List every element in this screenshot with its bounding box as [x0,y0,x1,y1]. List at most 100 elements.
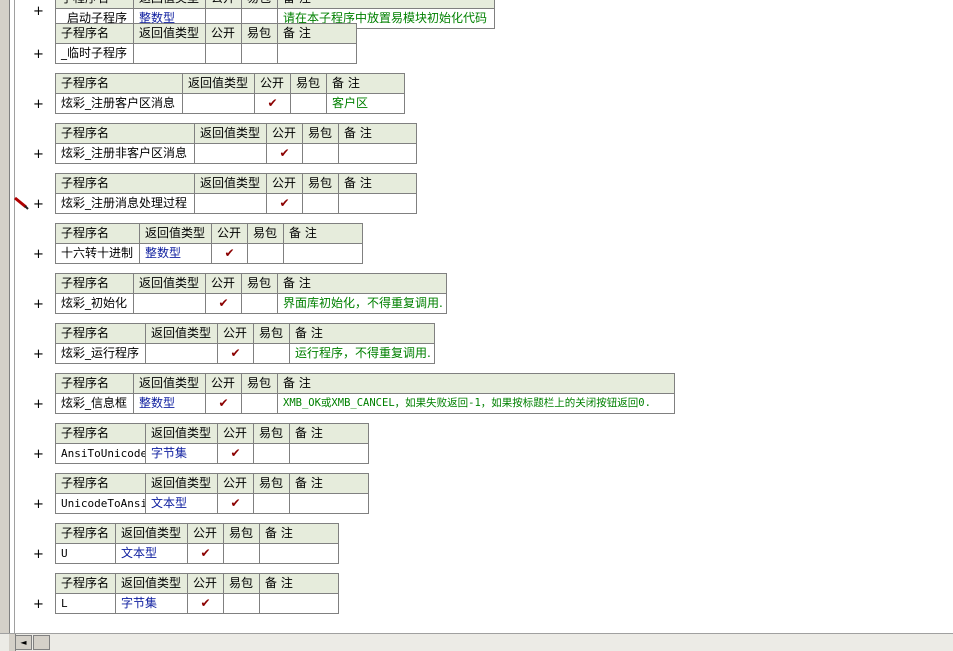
subroutine-table: 子程序名 返回值类型 公开 易包备 注 炫彩_注册消息处理过程 ✔ [55,173,417,214]
public-checkbox[interactable]: ✔ [211,243,248,264]
remark-cell[interactable] [289,493,369,514]
subroutine-name-cell[interactable]: L [55,593,116,614]
header-remark: 备 注 [277,23,357,44]
return-type-cell[interactable] [182,93,255,114]
subroutine-table: 子程序名 返回值类型 公开 易包备 注 炫彩_初始化 ✔ 界面库初始化，不得重复调用. [55,273,447,314]
expand-toggle[interactable]: + [33,98,44,111]
return-type-cell[interactable]: 字节集 [145,443,218,464]
header-easy-pack: 易包 [290,73,327,94]
subroutine-list: + 子程序名返回值类型公开易包备 注 _启动子程序整数型请在本子程序中放置易模块… [0,0,953,633]
header-public: 公开 [217,473,254,494]
header-remark: 备 注 [326,73,405,94]
subroutine-table: 子程序名 返回值类型 公开 易包备 注 _临时子程序 [55,23,357,64]
return-type-cell[interactable] [133,293,206,314]
expand-toggle[interactable]: + [33,548,44,561]
public-checkbox[interactable]: ✔ [205,393,242,414]
header-return-type: 返回值类型 [115,523,188,544]
subroutine-table: 子程序名 返回值类型 公开 易包备 注 炫彩_注册非客户区消息 ✔ [55,123,417,164]
expand-toggle[interactable]: + [33,48,44,61]
expand-toggle[interactable]: + [33,398,44,411]
public-checkbox[interactable]: ✔ [217,343,254,364]
header-return-type: 返回值类型 [133,273,206,294]
subroutine-name-cell[interactable]: AnsiToUnicode [55,443,146,464]
subroutine-name-cell[interactable]: 炫彩_运行程序 [55,343,146,364]
header-easy-pack: 易包 [241,373,278,394]
return-type-cell[interactable]: 字节集 [115,593,188,614]
header-name: 子程序名 [55,73,183,94]
subroutine-name-cell[interactable]: UnicodeToAnsi [55,493,146,514]
horizontal-scrollbar[interactable]: ◄ [0,633,953,651]
expand-toggle[interactable]: + [33,148,44,161]
return-type-cell[interactable]: 整数型 [133,393,206,414]
return-type-cell[interactable] [133,43,206,64]
easy-pack-checkbox[interactable] [247,243,284,264]
remark-cell[interactable]: 客户区 [326,93,405,114]
header-name: 子程序名 [55,473,146,494]
subroutine-table: 子程序名 返回值类型 公开 易包备 注 炫彩_运行程序 ✔ 运行程序，不得重复调用. [55,323,435,364]
expand-toggle[interactable]: + [33,298,44,311]
remark-cell[interactable] [259,593,339,614]
subroutine-name-cell[interactable]: U [55,543,116,564]
subroutine-name-cell[interactable]: 炫彩_注册客户区消息 [55,93,183,114]
return-type-cell[interactable]: 文本型 [115,543,188,564]
easy-pack-checkbox[interactable] [253,343,290,364]
easy-pack-checkbox[interactable] [302,143,339,164]
easy-pack-checkbox[interactable] [241,393,278,414]
subroutine-name-cell[interactable]: 炫彩_初始化 [55,293,134,314]
return-type-cell[interactable] [145,343,218,364]
remark-cell[interactable]: 运行程序，不得重复调用. [289,343,435,364]
expand-toggle[interactable]: + [33,498,44,511]
easy-pack-checkbox[interactable] [253,443,290,464]
public-checkbox[interactable]: ✔ [254,93,291,114]
public-checkbox[interactable]: ✔ [187,543,224,564]
expand-toggle[interactable]: + [33,248,44,261]
header-remark: 备 注 [283,223,363,244]
public-checkbox[interactable]: ✔ [205,293,242,314]
public-checkbox[interactable]: ✔ [266,143,303,164]
subroutine-name-cell[interactable]: 炫彩_注册非客户区消息 [55,143,195,164]
return-type-cell[interactable] [194,143,267,164]
remark-cell[interactable] [259,543,339,564]
public-checkbox[interactable]: ✔ [217,493,254,514]
public-checkbox[interactable]: ✔ [266,193,303,214]
header-remark: 备 注 [289,473,369,494]
easy-pack-checkbox[interactable] [241,293,278,314]
return-type-cell[interactable]: 文本型 [145,493,218,514]
header-return-type: 返回值类型 [133,0,206,9]
left-arrow-icon: ◄ [20,638,27,647]
remark-cell[interactable] [277,43,357,64]
remark-cell[interactable]: XMB_OK或XMB_CANCEL，如果失败返回-1，如果按标题栏上的关闭按钮返… [277,393,675,414]
header-return-type: 返回值类型 [182,73,255,94]
easy-pack-checkbox[interactable] [223,593,260,614]
subroutine-name-cell[interactable]: 十六转十进制 [55,243,140,264]
subroutine-name-cell[interactable]: _临时子程序 [55,43,134,64]
header-remark: 备 注 [277,373,675,394]
scroll-left-button[interactable]: ◄ [15,635,32,650]
easy-pack-checkbox[interactable] [253,493,290,514]
public-checkbox[interactable] [205,43,242,64]
remark-cell[interactable] [338,193,417,214]
return-type-cell[interactable]: 整数型 [139,243,212,264]
expand-toggle[interactable]: + [33,5,44,18]
remark-cell[interactable]: 界面库初始化，不得重复调用. [277,293,447,314]
remark-cell[interactable] [338,143,417,164]
expand-toggle[interactable]: + [33,598,44,611]
scrollbar-thumb[interactable] [33,635,50,650]
public-checkbox[interactable]: ✔ [187,593,224,614]
return-type-cell[interactable] [194,193,267,214]
subroutine-name-cell[interactable]: 炫彩_信息框 [55,393,134,414]
remark-cell[interactable] [283,243,363,264]
easy-pack-checkbox[interactable] [223,543,260,564]
subroutine-name-cell[interactable]: 炫彩_注册消息处理过程 [55,193,195,214]
easy-pack-checkbox[interactable] [290,93,327,114]
header-name: 子程序名 [55,123,195,144]
expand-toggle[interactable]: + [33,448,44,461]
easy-pack-checkbox[interactable] [241,43,278,64]
public-checkbox[interactable]: ✔ [217,443,254,464]
expand-toggle[interactable]: + [33,198,44,211]
expand-toggle[interactable]: + [33,348,44,361]
remark-cell[interactable] [289,443,369,464]
header-name: 子程序名 [55,523,116,544]
header-return-type: 返回值类型 [139,223,212,244]
easy-pack-checkbox[interactable] [302,193,339,214]
